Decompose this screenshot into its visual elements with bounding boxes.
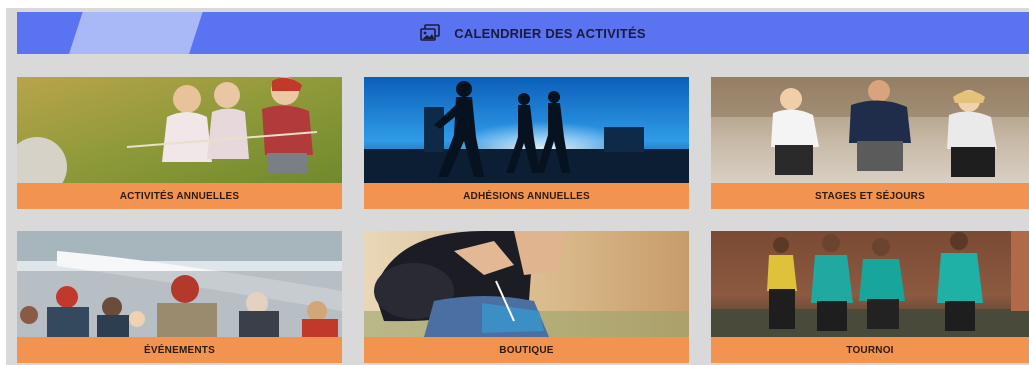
card-label: TOURNOI xyxy=(711,337,1029,363)
lacing-running-shoe-photo xyxy=(364,231,689,337)
page-title: CALENDRIER DES ACTIVITÉS xyxy=(454,25,646,41)
crowd-winter-event-photo xyxy=(17,231,342,337)
card-evenements[interactable]: ÉVÉNEMENTS xyxy=(17,231,342,363)
card-label: ADHÉSIONS ANNUELLES xyxy=(364,183,689,209)
card-label: ACTIVITÉS ANNUELLES xyxy=(17,183,342,209)
card-label: ÉVÉNEMENTS xyxy=(17,337,342,363)
card-boutique[interactable]: BOUTIQUE xyxy=(364,231,689,363)
card-label: BOUTIQUE xyxy=(364,337,689,363)
card-adhesions-annuelles[interactable]: ADHÉSIONS ANNUELLES xyxy=(364,77,689,209)
card-tournoi[interactable]: TOURNOI xyxy=(711,231,1029,363)
card-activites-annuelles[interactable]: ACTIVITÉS ANNUELLES xyxy=(17,77,342,209)
football-team-photo xyxy=(711,231,1029,337)
page-header-banner: CALENDRIER DES ACTIVITÉS xyxy=(17,12,1029,54)
runners-silhouette-photo xyxy=(364,77,689,183)
photos-icon xyxy=(420,24,441,42)
card-label: STAGES ET SÉJOURS xyxy=(711,183,1029,209)
children-tug-of-war-photo xyxy=(17,77,342,183)
card-stages-et-sejours[interactable]: STAGES ET SÉJOURS xyxy=(711,77,1029,209)
group-workout-photo xyxy=(711,77,1029,183)
